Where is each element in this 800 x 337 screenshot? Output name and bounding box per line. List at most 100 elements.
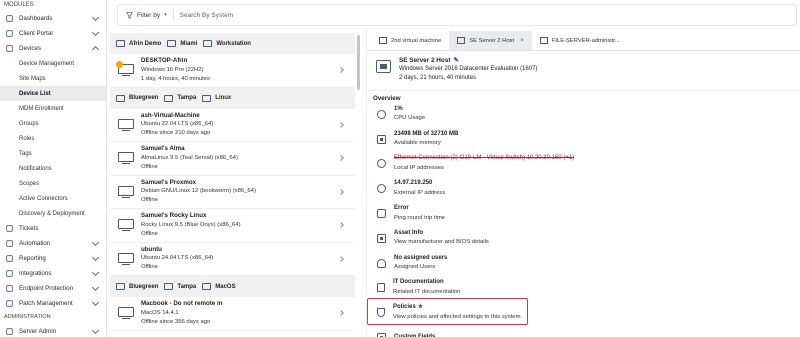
chevron-down-icon[interactable] [91, 28, 100, 36]
sidebar-subitem-site-maps[interactable]: Site Maps [0, 71, 106, 86]
chevron-up-icon[interactable] [91, 45, 100, 54]
sidebar-subitem-notifications[interactable]: Notifications [0, 161, 106, 176]
sidebar-item-patch-management[interactable]: Patch Management [0, 296, 106, 311]
monitor-icon [118, 307, 134, 320]
sidebar-subitem-device-management[interactable]: Device Management [0, 56, 106, 71]
group-tag: Tampa [164, 94, 196, 102]
sidebar-subitem-device-list[interactable]: Device List [0, 86, 106, 101]
edit-icon[interactable]: ✎ [454, 57, 459, 64]
sidebar-item-tickets[interactable]: Tickets [0, 221, 106, 236]
sidebar-item-label: Tickets [19, 225, 39, 232]
search-input[interactable]: Search By System [180, 12, 233, 19]
group-tag-label: Bluegreen [129, 95, 159, 101]
tab-2nd-virtual-machine[interactable]: 2nd virtual machine [371, 31, 449, 50]
device-row[interactable]: Samuel's Rocky Linux Rocky Linux 9.5 (Blu… [110, 209, 355, 243]
sidebar-item-endpoint-protection[interactable]: Endpoint Protection [0, 281, 106, 296]
overview-item-value: Custom Fields [394, 333, 436, 337]
chevron-right-icon[interactable] [338, 155, 344, 162]
filter-bar: Filter by ▾ Search By System [117, 4, 797, 26]
overview-item-value: IT Documentation [393, 279, 444, 286]
monitor-screen [118, 118, 134, 129]
overview-item-cpu-usage[interactable]: 1% CPU Usage [367, 102, 800, 127]
scrollbar-thumb[interactable] [357, 35, 360, 90]
globe-icon [377, 184, 386, 194]
overview-item-available-memory[interactable]: 23498 MB of 32710 MB Available memory [367, 127, 800, 152]
chevron-down-icon[interactable] [91, 326, 100, 334]
overview-item-custom-fields[interactable]: Custom Fields [367, 325, 800, 337]
sidebar-item-client-portal[interactable]: Client Portal [0, 26, 106, 41]
overview-item-value: 23498 MB of 32710 MB [394, 130, 459, 137]
overview-item-ping-round-trip-time[interactable]: Error Ping round trip time [367, 201, 800, 226]
group-tag-label: Workstation [216, 40, 251, 47]
monitor-icon [379, 37, 387, 44]
group-tag: MacOS [202, 283, 236, 290]
overview-item-external-ip-address[interactable]: 14.97.219.250 External IP address [367, 176, 800, 201]
device-row[interactable]: ubuntu Ubuntu 24.04 LTS (x86_64) Offline [110, 243, 355, 276]
chevron-down-icon[interactable] [91, 13, 100, 21]
chevron-down-icon[interactable] [91, 238, 100, 246]
sidebar-subitem-scopes[interactable]: Scopes [0, 176, 106, 191]
overview-item-value: Asset Info [394, 229, 424, 236]
tab-label: 2nd virtual machine [391, 37, 442, 44]
overview-item-desc: External IP address [394, 189, 446, 196]
chevron-right-icon[interactable] [338, 222, 344, 229]
overview-item-text: No assigned users Assigned Users [394, 254, 447, 273]
monitor-base [122, 318, 130, 320]
filter-by-dropdown[interactable]: Filter by ▾ [126, 12, 167, 19]
policies-highlight [367, 298, 528, 326]
sidebar-item-server-admin[interactable]: Server Admin [0, 324, 106, 337]
sidebar-subitem-discovery-deployment[interactable]: Discovery & Deployment [0, 206, 106, 221]
reporting-icon [6, 255, 13, 262]
patch-icon [6, 300, 13, 307]
cpu-icon [377, 109, 386, 119]
device-info: Macbook - Do not remote in MacOS 14.4.1 Of… [141, 300, 339, 326]
chevron-down-icon[interactable] [91, 253, 100, 261]
chevron-right-icon[interactable] [338, 188, 344, 195]
overview-item-text: IT Documentation Related IT documentation [393, 278, 460, 297]
close-icon[interactable]: × [520, 37, 524, 44]
device-name: Samuel's Proxmox [141, 178, 197, 186]
sidebar-item-reporting[interactable]: Reporting [0, 251, 106, 266]
device-status: 1 day, 4 hours, 40 minutes [141, 75, 210, 82]
sidebar-item-dashboards[interactable]: Dashboards [0, 11, 106, 26]
chevron-down-icon[interactable] [91, 283, 100, 291]
chevron-right-icon[interactable] [338, 255, 344, 262]
sidebar-subitem-roles[interactable]: Roles [0, 131, 106, 146]
sidebar-subitem-tags[interactable]: Tags [0, 146, 106, 161]
tab-file-server-administr[interactable]: FILE-SERVER-administr... [532, 31, 628, 50]
sidebar-subitem-groups[interactable]: Groups [0, 116, 106, 131]
chevron-right-icon[interactable] [338, 67, 344, 74]
device-row[interactable]: ash-Virtual-Machine Ubuntu 22.04 LTS (x86… [110, 109, 355, 142]
device-row[interactable]: DESKTOP-Afrin Windows 10 Pro (22H2) 1 day,… [110, 54, 355, 88]
monitor-screen [118, 185, 134, 196]
tab-se-server-2-host[interactable]: SE Server 2 Host × [449, 31, 532, 50]
sidebar-item-label: Dashboards [19, 15, 53, 22]
monitor-icon [539, 37, 548, 44]
group-tag-label: Tampa [177, 283, 197, 290]
chevron-down-icon[interactable] [91, 298, 100, 306]
device-list-scrollbar[interactable] [356, 33, 361, 337]
overview-item-assigned-users[interactable]: No assigned users Assigned Users [367, 251, 800, 276]
chevron-right-icon[interactable] [338, 310, 344, 317]
overview-item-related-it-documentation[interactable]: IT Documentation Related IT documentation [367, 276, 800, 301]
device-row[interactable]: Samuel's Alma AlmaLinux 9.5 (Teal Serval)… [110, 142, 355, 176]
overview-item-view-manufacturer-and-bios-details[interactable]: Asset Info View manufacturer and BIOS det… [367, 226, 800, 251]
chevron-right-icon[interactable] [338, 121, 344, 128]
overview-item-value: Error [394, 205, 409, 212]
sidebar-item-devices[interactable]: Devices [0, 41, 106, 56]
sidebar-subitem-active-connectors[interactable]: Active Connectors [0, 191, 106, 206]
device-row[interactable]: Macbook - Do not remote in MacOS 14.4.1 Of… [110, 297, 355, 331]
sidebar-subitem-mdm-enrollment[interactable]: MDM Enrollment [0, 101, 106, 116]
sidebar-nav: Dashboards Client Portal Devices Device Man… [0, 11, 106, 337]
monitor-icon [118, 219, 134, 232]
chevron-down-icon[interactable] [91, 268, 100, 276]
device-name: Macbook - Do not remote in [141, 300, 223, 308]
overview-item-local-ip-addresses[interactable]: Ethernet Connection (2) I219-LM - Virtua… [367, 152, 800, 177]
sidebar-item-integrations[interactable]: Integrations [0, 266, 106, 281]
device-row[interactable]: Samuel's Proxmox Debian GNU/Linux 12 (boo… [110, 176, 355, 209]
sidebar-item-automation[interactable]: Automation [0, 236, 106, 251]
monitor-screen [118, 307, 134, 318]
server-icon [376, 60, 391, 73]
group-icon [164, 94, 174, 102]
overview-item-desc: Local IP addresses [394, 164, 444, 171]
